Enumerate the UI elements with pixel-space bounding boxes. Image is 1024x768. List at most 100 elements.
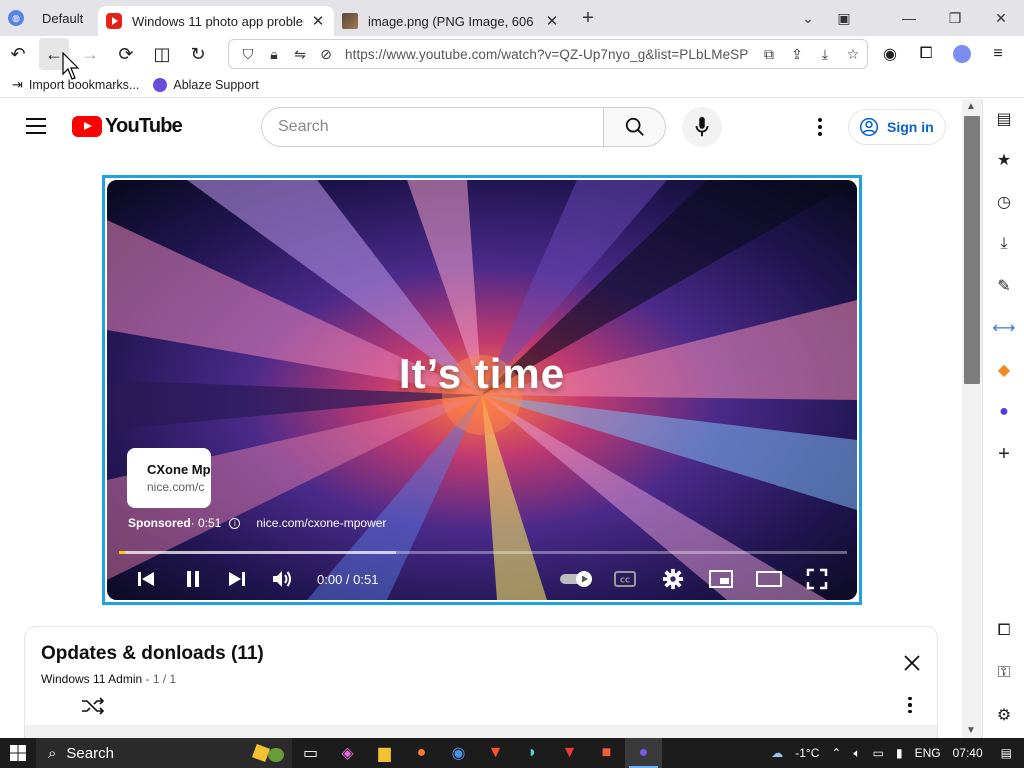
volume-button[interactable] <box>261 558 305 600</box>
sidebar-toggle-icon[interactable]: ◫ <box>144 38 180 70</box>
close-window-button[interactable]: ✕ <box>978 10 1024 27</box>
network-icon[interactable]: ▭ <box>873 746 884 760</box>
file-explorer-icon[interactable]: ▆ <box>366 738 403 768</box>
settings-button[interactable] <box>649 558 697 600</box>
bookmark-ablaze-support[interactable]: Ablaze Support <box>153 77 259 92</box>
scrollbar-thumb[interactable] <box>964 116 980 384</box>
scroll-down-icon[interactable]: ▼ <box>966 725 976 736</box>
menu-icon[interactable]: ≡ <box>980 38 1016 70</box>
next-button[interactable] <box>213 558 261 600</box>
theater-mode-button[interactable] <box>745 558 793 600</box>
install-app-icon[interactable]: ⤓ <box>811 46 839 63</box>
translate-icon[interactable]: ⟷ <box>983 314 1024 342</box>
restore-button[interactable]: ❐ <box>932 10 978 27</box>
autoplay-blocked-icon[interactable]: ⊘ <box>313 46 339 63</box>
settings-gear-icon[interactable]: ⚙ <box>983 701 1024 729</box>
previous-button[interactable] <box>119 558 173 600</box>
minimize-button[interactable]: — <box>886 10 932 26</box>
tab-youtube[interactable]: Windows 11 photo app problem ✕ <box>98 6 334 36</box>
input-language[interactable]: ENG <box>915 746 941 760</box>
picture-in-picture-icon[interactable]: ⧉ <box>755 46 783 63</box>
miniplayer-button[interactable] <box>697 558 745 600</box>
tab-list-chevron-icon[interactable]: ⌄ <box>790 10 826 27</box>
vivaldi-icon[interactable]: ▼ <box>551 738 588 768</box>
fullscreen-button[interactable] <box>793 558 841 600</box>
playlist-owner[interactable]: Windows 11 Admin <box>41 672 142 686</box>
wallet-icon[interactable]: ▤ <box>983 105 1024 133</box>
copilot-icon[interactable]: ◈ <box>329 738 366 768</box>
ablaze-app-icon[interactable]: ● <box>983 398 1024 426</box>
search-button[interactable] <box>603 107 666 147</box>
playlist-title[interactable]: Opdates & donloads (11) <box>41 643 264 665</box>
speaker-icon[interactable]: 🔈︎ <box>853 746 860 761</box>
red-app-icon[interactable]: ■ <box>588 738 625 768</box>
weather-temp[interactable]: -1°C <box>795 746 819 760</box>
sign-in-button[interactable]: Sign in <box>848 109 946 145</box>
playlist-position: - 1 / 1 <box>142 672 177 686</box>
bookmark-star-icon[interactable]: ☆ <box>839 46 867 63</box>
user-circle-icon <box>859 117 879 137</box>
youtube-header: YouTube Search Sign in <box>0 99 962 155</box>
task-view-icon[interactable]: ▭ <box>292 738 329 768</box>
chrome-icon[interactable]: ◉ <box>440 738 477 768</box>
progress-bar[interactable] <box>119 551 847 554</box>
undo-close-icon[interactable]: ↶ <box>0 38 36 70</box>
shuffle-icon[interactable] <box>81 696 105 716</box>
settings-more-icon[interactable] <box>808 115 832 139</box>
extensions-panel-icon[interactable]: ⧠ <box>983 617 1024 645</box>
firefox-icon[interactable]: ● <box>403 738 440 768</box>
extensions-icon[interactable]: ⧠ <box>908 38 944 70</box>
lock-icon[interactable]: 🔒︎ <box>261 46 287 63</box>
reload-all-icon[interactable]: ⟳ <box>108 38 144 70</box>
account-icon[interactable]: ◉ <box>872 38 908 70</box>
page-scrollbar[interactable]: ▲ ▼ <box>962 99 982 738</box>
youtube-logo[interactable]: YouTube <box>72 115 183 138</box>
downloads-icon[interactable]: ⤓ <box>983 230 1024 258</box>
url-text[interactable]: https://www.youtube.com/watch?v=QZ-Up7ny… <box>339 47 755 62</box>
autoplay-toggle[interactable] <box>553 558 601 600</box>
add-panel-icon[interactable]: + <box>983 440 1024 468</box>
reload-button[interactable]: ↻ <box>180 38 216 70</box>
clock[interactable]: 07:40 <box>953 746 983 760</box>
start-button[interactable] <box>0 738 36 768</box>
new-tab-button[interactable]: + <box>574 7 602 30</box>
bookmarks-star-icon[interactable]: ★ <box>983 146 1024 174</box>
bird-app-icon[interactable]: ◗ <box>514 738 551 768</box>
notes-pen-icon[interactable]: ✎ <box>983 272 1024 300</box>
voice-search-button[interactable] <box>682 107 722 147</box>
notifications-icon[interactable]: ▤ <box>1001 746 1012 760</box>
close-playlist-icon[interactable] <box>902 653 922 673</box>
video-player[interactable]: It’s time CXone Mp nice.com/c Sponsored … <box>107 180 857 600</box>
tab-groups-icon[interactable]: ▣ <box>826 10 862 27</box>
ablaze-browser-icon[interactable]: ● <box>625 738 662 768</box>
passwords-key-icon[interactable]: ⚿ <box>983 659 1024 687</box>
address-bar[interactable]: ⛉ 🔒︎ ⇋ ⊘ https://www.youtube.com/watch?v… <box>228 39 868 69</box>
brave-icon[interactable]: ▼ <box>477 738 514 768</box>
buffered-bar <box>119 551 396 554</box>
mango-app-icon[interactable]: ◆ <box>983 356 1024 384</box>
video-player-frame[interactable]: It’s time CXone Mp nice.com/c Sponsored … <box>102 175 862 605</box>
guide-menu-icon[interactable] <box>26 118 46 134</box>
share-icon[interactable]: ⇪ <box>783 46 811 63</box>
playlist-more-icon[interactable] <box>905 695 915 715</box>
permissions-icon[interactable]: ⇋ <box>287 46 313 63</box>
search-input[interactable]: Search <box>261 107 603 147</box>
scroll-up-icon[interactable]: ▲ <box>966 101 976 112</box>
ablaze-icon <box>153 77 168 92</box>
pause-button[interactable] <box>173 558 213 600</box>
mic-tray-icon[interactable]: ▮ <box>896 746 903 760</box>
history-clock-icon[interactable]: ◷ <box>983 188 1024 216</box>
info-icon[interactable]: i <box>229 517 241 529</box>
taskbar-search[interactable]: ⌕ Search <box>36 738 292 768</box>
close-tab-icon[interactable]: ✕ <box>310 12 326 30</box>
profile-avatar[interactable] <box>944 38 980 70</box>
tab-image[interactable]: image.png (PNG Image, 606 × 47 ✕ <box>334 6 568 36</box>
shield-icon[interactable]: ⛉ <box>235 46 261 63</box>
close-tab-icon[interactable]: ✕ <box>544 12 560 30</box>
subtitles-button[interactable]: CC <box>601 558 649 600</box>
ad-advertiser-card[interactable]: CXone Mp nice.com/c <box>127 448 211 508</box>
ad-url[interactable]: nice.com/cxone-mpower <box>256 516 386 530</box>
profile-switcher[interactable]: ◍ Default <box>0 0 98 36</box>
tray-chevron-icon[interactable]: ⌃ <box>831 746 841 760</box>
weather-cloud-icon[interactable]: ☁ <box>771 746 783 760</box>
